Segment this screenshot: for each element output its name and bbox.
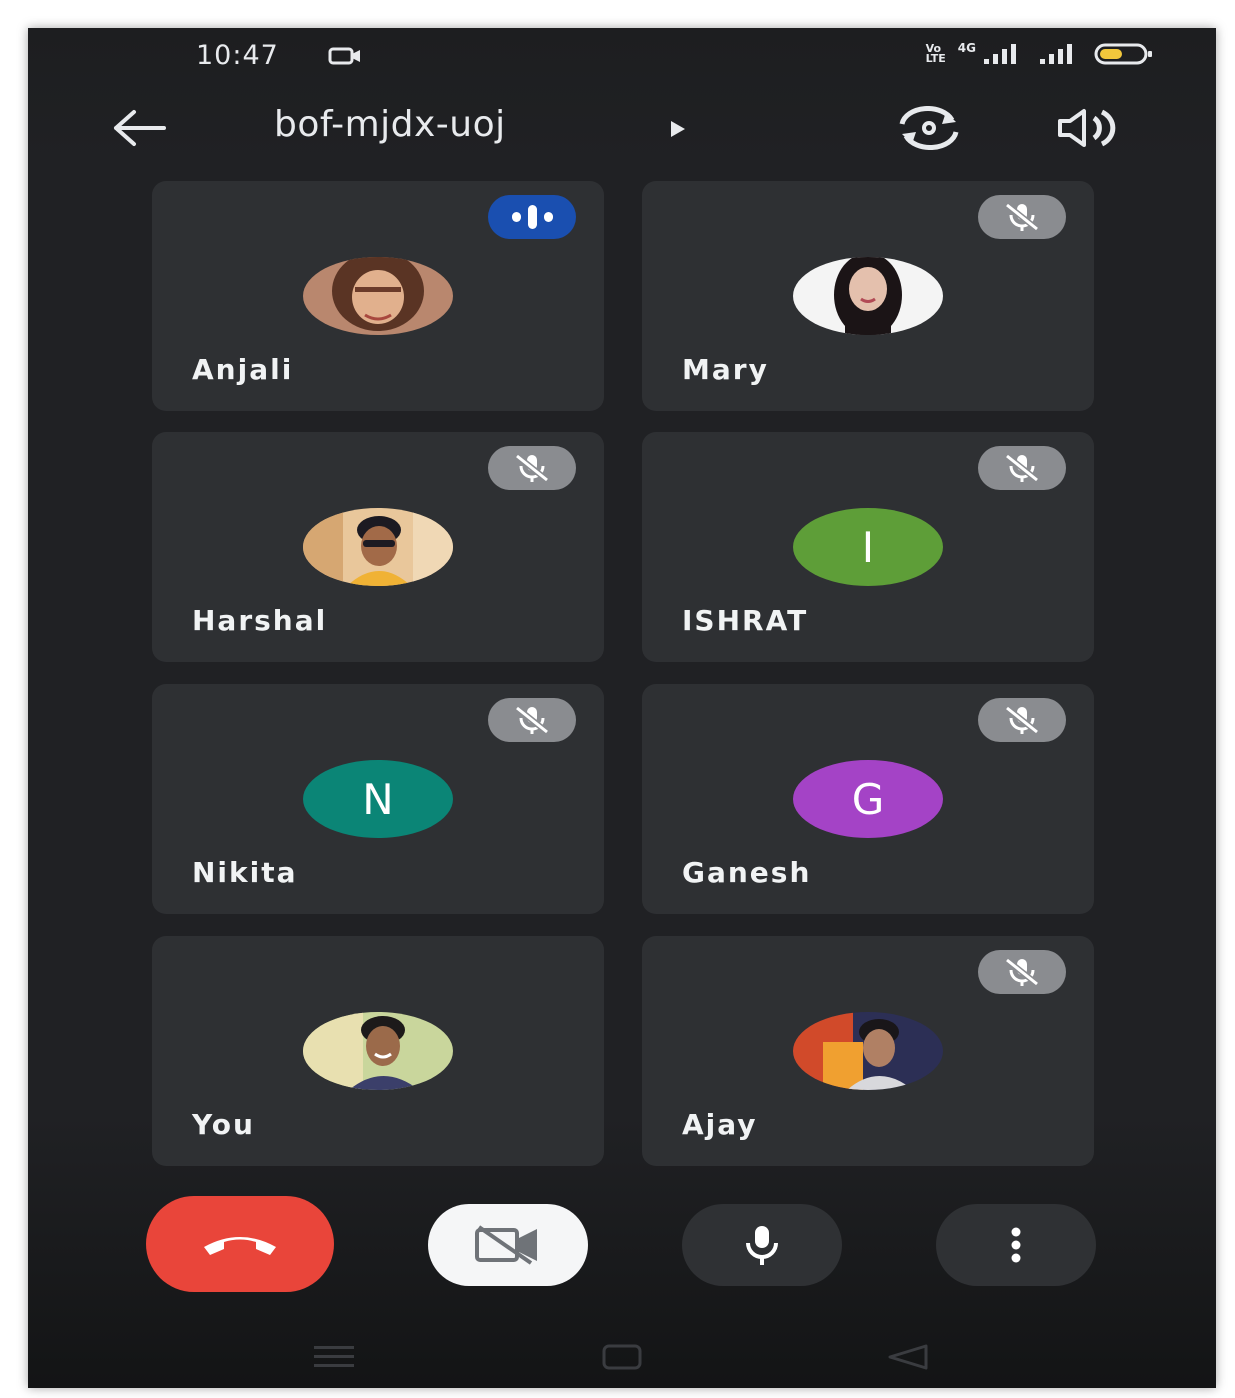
- mic-off-icon: [488, 698, 576, 742]
- switch-camera-icon[interactable]: [892, 106, 966, 150]
- volte-indicator: Vo LTE: [925, 42, 946, 65]
- avatar-initial: I: [793, 508, 943, 586]
- participant-name: Mary: [682, 353, 769, 386]
- signal-icon-2: [1040, 44, 1072, 64]
- menu-icon[interactable]: [314, 1344, 354, 1368]
- participant-tile[interactable]: Ajay: [642, 936, 1094, 1166]
- battery-icon: [1094, 43, 1152, 65]
- mic-off-icon: [978, 698, 1066, 742]
- participant-tile[interactable]: G Ganesh: [642, 684, 1094, 914]
- participant-name: Ganesh: [682, 856, 812, 889]
- avatar: [793, 1012, 943, 1090]
- avatar: [793, 257, 943, 335]
- network-type: 4G: [957, 41, 976, 55]
- participant-name: ISHRAT: [682, 604, 809, 637]
- more-vert-icon: [1011, 1227, 1021, 1263]
- participant-tile-self[interactable]: You: [152, 936, 604, 1166]
- home-icon[interactable]: [602, 1344, 642, 1370]
- status-time: 10:47: [196, 40, 279, 71]
- avatar: [303, 257, 453, 335]
- speaker-icon[interactable]: [1056, 108, 1122, 148]
- play-arrow-icon[interactable]: [668, 119, 688, 139]
- mic-off-icon: [488, 446, 576, 490]
- more-options-button[interactable]: [936, 1204, 1096, 1286]
- avatar-initial: G: [793, 760, 943, 838]
- end-call-button[interactable]: [146, 1196, 334, 1292]
- camera-toggle-button[interactable]: [428, 1204, 588, 1286]
- avatar: [303, 508, 453, 586]
- signal-icon: [984, 44, 1016, 64]
- mic-off-icon: [978, 195, 1066, 239]
- participant-tile[interactable]: Anjali: [152, 181, 604, 411]
- phone-screen: 10:47 Vo LTE 4G bof-mjdx-uoj Anjali Mary…: [28, 28, 1216, 1388]
- participant-name: Nikita: [192, 856, 298, 889]
- participant-tile[interactable]: I ISHRAT: [642, 432, 1094, 662]
- mic-toggle-button[interactable]: [682, 1204, 842, 1286]
- audio-level-icon: [488, 195, 576, 239]
- mic-off-icon: [978, 950, 1066, 994]
- avatar-initial: N: [303, 760, 453, 838]
- mic-off-icon: [978, 446, 1066, 490]
- video-off-icon: [475, 1225, 537, 1265]
- meeting-code[interactable]: bof-mjdx-uoj: [274, 104, 506, 145]
- participant-tile[interactable]: Harshal: [152, 432, 604, 662]
- back-nav-icon[interactable]: [886, 1344, 930, 1370]
- participant-name: You: [192, 1108, 255, 1141]
- status-icons: Vo LTE 4G: [925, 41, 1154, 66]
- participant-name: Ajay: [682, 1108, 758, 1141]
- screen-recording-icon: [328, 47, 360, 65]
- participant-name: Harshal: [192, 604, 328, 637]
- end-call-icon: [204, 1237, 276, 1255]
- mic-icon: [746, 1226, 778, 1265]
- avatar: [303, 1012, 453, 1090]
- participant-tile[interactable]: N Nikita: [152, 684, 604, 914]
- back-arrow-icon[interactable]: [110, 108, 170, 148]
- participant-tile[interactable]: Mary: [642, 181, 1094, 411]
- participant-name: Anjali: [192, 353, 294, 386]
